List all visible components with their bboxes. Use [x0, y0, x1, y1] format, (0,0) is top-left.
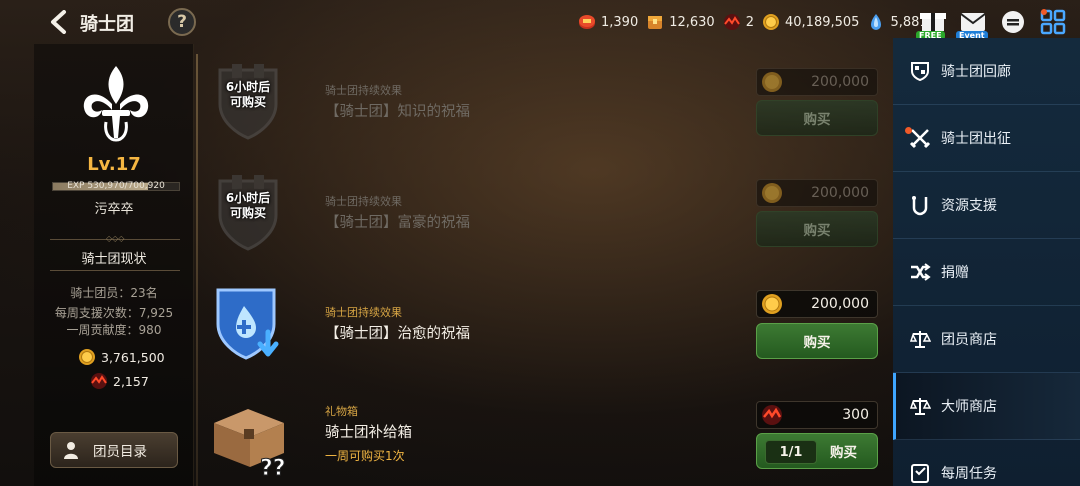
gold-coin-icon — [79, 349, 95, 365]
currency-crimson-shard[interactable]: 2 — [723, 13, 754, 31]
alert-dot — [905, 127, 912, 134]
supply-box-icon: ?? — [208, 395, 288, 482]
blue-crystal-icon — [867, 13, 885, 31]
item-name: 【骑士团】富豪的祝福 — [325, 215, 470, 231]
nav-item-guild-gallery[interactable]: 骑士团回廊 — [893, 38, 1080, 105]
healing-shield-icon — [208, 284, 288, 364]
stat-member-count: 骑士团员：23名 — [70, 286, 158, 300]
item-category: 礼物箱 — [325, 405, 358, 418]
guild-name: 污卒卒 — [94, 202, 134, 217]
price-tag: 200,000 — [756, 68, 878, 96]
purchase-count: 1/1 — [765, 440, 817, 464]
gold-coin-icon — [762, 72, 782, 92]
nav-item-member-shop[interactable]: 团员商店 — [893, 306, 1080, 373]
cooldown-timer: 6小时后 可购买 — [225, 80, 271, 109]
exp-text: EXP 530,970/700,920 — [67, 181, 165, 191]
stat-weekly-support: 每周支援次数：7,925 — [54, 306, 174, 320]
gold-coin-icon — [762, 294, 782, 314]
svg-text:??: ?? — [260, 456, 286, 479]
person-icon — [64, 442, 78, 459]
currency-crate[interactable]: 12,630 — [646, 13, 715, 31]
buy-button[interactable]: 购买 — [756, 323, 878, 359]
currency-red-coin[interactable]: 1,390 — [578, 13, 638, 31]
guild-gold: 3,761,500 — [78, 348, 165, 366]
shop-row-supply-box: ?? 礼物箱 骑士团补给箱 一周可购买1次 300 1/1 购买 — [204, 395, 884, 486]
item-name: 【骑士团】知识的祝福 — [325, 104, 470, 120]
help-button[interactable]: ? — [168, 8, 196, 36]
chat-icon — [1002, 11, 1024, 33]
divider-ornament: ◇◇◇ — [106, 234, 125, 243]
nav-item-resource-support[interactable]: 资源支援 — [893, 172, 1080, 239]
price-tag: 200,000 — [756, 179, 878, 207]
member-list-button[interactable]: 团员目录 — [50, 432, 178, 468]
gold-coin-icon — [762, 13, 780, 31]
guild-info-panel: Lv.17 EXP 530,970/700,920 污卒卒 ◇◇◇ 骑士团现状 … — [34, 44, 194, 486]
divider — [50, 270, 180, 271]
nav-item-master-shop[interactable]: 大师商店 — [893, 373, 1080, 440]
stat-weekly-contribution: 一周贡献度：980 — [66, 323, 162, 337]
red-coin-icon — [578, 13, 596, 31]
guild-status-title: 骑士团现状 — [81, 252, 147, 267]
crimson-shard-icon — [91, 373, 107, 389]
shop-row-knowledge-blessing: 6小时后 可购买 骑士团持续效果 【骑士团】知识的祝福 200,000 购买 — [204, 62, 884, 172]
price-tag: 300 — [756, 401, 878, 429]
mail-button[interactable]: Event — [956, 4, 988, 40]
shop-row-healing-blessing: 骑士团持续效果 【骑士团】治愈的祝福 200,000 购买 — [204, 284, 884, 394]
guild-side-nav: 骑士团回廊 骑士团出征 资源支援 捐赠 团员商店 大师商店 每周任务 — [893, 38, 1080, 486]
scales-shop-icon — [909, 331, 931, 348]
item-category: 骑士团持续效果 — [325, 84, 402, 97]
buy-button[interactable]: 购买 — [756, 100, 878, 136]
chat-button[interactable] — [998, 4, 1028, 40]
support-hands-icon — [912, 196, 928, 216]
weekly-mission-icon — [911, 464, 929, 483]
main-menu-button[interactable] — [1038, 4, 1068, 40]
panel-divider — [196, 54, 198, 486]
gallery-shield-icon — [911, 62, 929, 82]
gold-coin-icon — [762, 183, 782, 203]
mail-icon — [960, 13, 986, 31]
grid-menu-icon — [1040, 9, 1066, 35]
item-name: 【骑士团】治愈的祝福 — [325, 326, 470, 342]
shuffle-arrows-icon — [911, 263, 931, 281]
item-category: 骑士团持续效果 — [325, 195, 402, 208]
master-scales-icon — [909, 398, 931, 415]
free-gift-button[interactable]: FREE — [916, 4, 948, 40]
fleur-de-lis-emblem-icon — [76, 64, 156, 146]
top-icon-group: FREE Event — [916, 4, 1068, 40]
nav-item-donation[interactable]: 捐赠 — [893, 239, 1080, 306]
price-tag: 200,000 — [756, 290, 878, 318]
crimson-shard-icon — [762, 405, 782, 425]
crimson-shard-icon — [723, 13, 741, 31]
shop-row-wealth-blessing: 6小时后 可购买 骑士团持续效果 【骑士团】富豪的祝福 200,000 购买 — [204, 173, 884, 283]
nav-item-weekly-mission[interactable]: 每周任务 — [893, 440, 1080, 486]
guild-crystal: 2,157 — [90, 372, 149, 390]
buy-button[interactable]: 1/1 购买 — [756, 433, 878, 469]
treasure-crate-icon — [646, 13, 664, 31]
crossed-swords-icon — [909, 129, 931, 149]
nav-item-guild-expedition[interactable]: 骑士团出征 — [893, 105, 1080, 172]
buy-button[interactable]: 购买 — [756, 211, 878, 247]
currency-bar: 1,390 12,630 2 40,189,505 5,881 — [578, 10, 928, 34]
item-category: 骑士团持续效果 — [325, 306, 402, 319]
cooldown-timer: 6小时后 可购买 — [225, 191, 271, 220]
currency-gold[interactable]: 40,189,505 — [762, 13, 859, 31]
guild-level: Lv.17 — [87, 154, 141, 175]
item-name: 骑士团补给箱 — [325, 425, 412, 441]
purchase-limit-note: 一周可购买1次 — [325, 449, 405, 463]
back-arrow-icon[interactable] — [48, 10, 70, 34]
page-title: 骑士团 — [80, 14, 134, 35]
